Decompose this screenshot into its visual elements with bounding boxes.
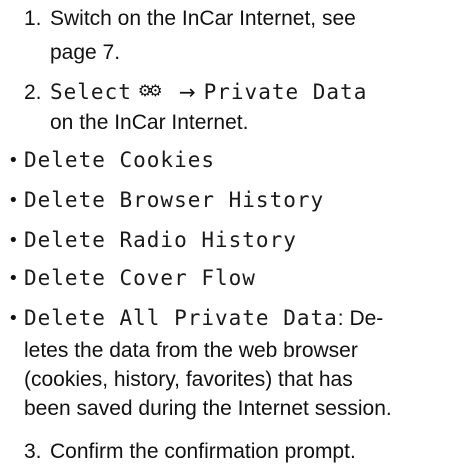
step-text: Switch on the InCar Internet, see — [50, 7, 356, 30]
option-item: • Delete Browser History — [0, 186, 440, 215]
option-item: • Delete Cover Flow — [0, 264, 440, 293]
menu-item-delete-browser-history: Delete Browser History — [24, 188, 325, 212]
step-1-continuation: page 7. — [50, 41, 121, 64]
step-number: 1. — [24, 7, 42, 30]
step-2-continuation: on the InCar Internet. — [50, 111, 249, 134]
option-description: been saved during the Internet session. — [24, 397, 392, 420]
menu-item-delete-cookies: Delete Cookies — [24, 148, 216, 172]
step-text: Confirm the confirmation prompt. — [50, 440, 356, 463]
step-2: 2. Select ⚙⚙ → Private Data — [24, 78, 367, 107]
step-1: 1. Switch on the InCar Internet, see — [24, 4, 356, 33]
option-description-start: : De- — [337, 307, 384, 330]
option-description: letes the data from the web browser — [24, 339, 358, 362]
menu-item-delete-cover-flow: Delete Cover Flow — [24, 266, 256, 290]
menu-item-delete-radio-history: Delete Radio History — [24, 228, 297, 252]
menu-command-select: Select — [50, 80, 132, 104]
menu-item-delete-all-private-data: Delete All Private Data — [24, 306, 338, 330]
bullet-icon: • — [8, 268, 19, 289]
step-3: 3. Confirm the confirmation prompt. — [24, 437, 356, 466]
option-description: (cookies, history, favorites) that has — [24, 368, 353, 391]
gear-icon: ⚙⚙ — [137, 81, 163, 100]
step-number: 2. — [24, 81, 42, 104]
step-number: 3. — [24, 440, 42, 463]
option-item: • Delete All Private Data: De- — [0, 304, 462, 333]
option-item: • Delete Radio History — [0, 226, 440, 255]
bullet-icon: • — [8, 150, 19, 171]
bullet-icon: • — [8, 308, 19, 329]
instruction-page: 1. Switch on the InCar Internet, see page… — [0, 0, 462, 468]
arrow-icon: → — [178, 80, 196, 104]
option-item: • Delete Cookies — [0, 146, 440, 175]
bullet-icon: • — [8, 190, 19, 211]
bullet-icon: • — [8, 230, 19, 251]
menu-item-private-data: Private Data — [203, 80, 368, 104]
